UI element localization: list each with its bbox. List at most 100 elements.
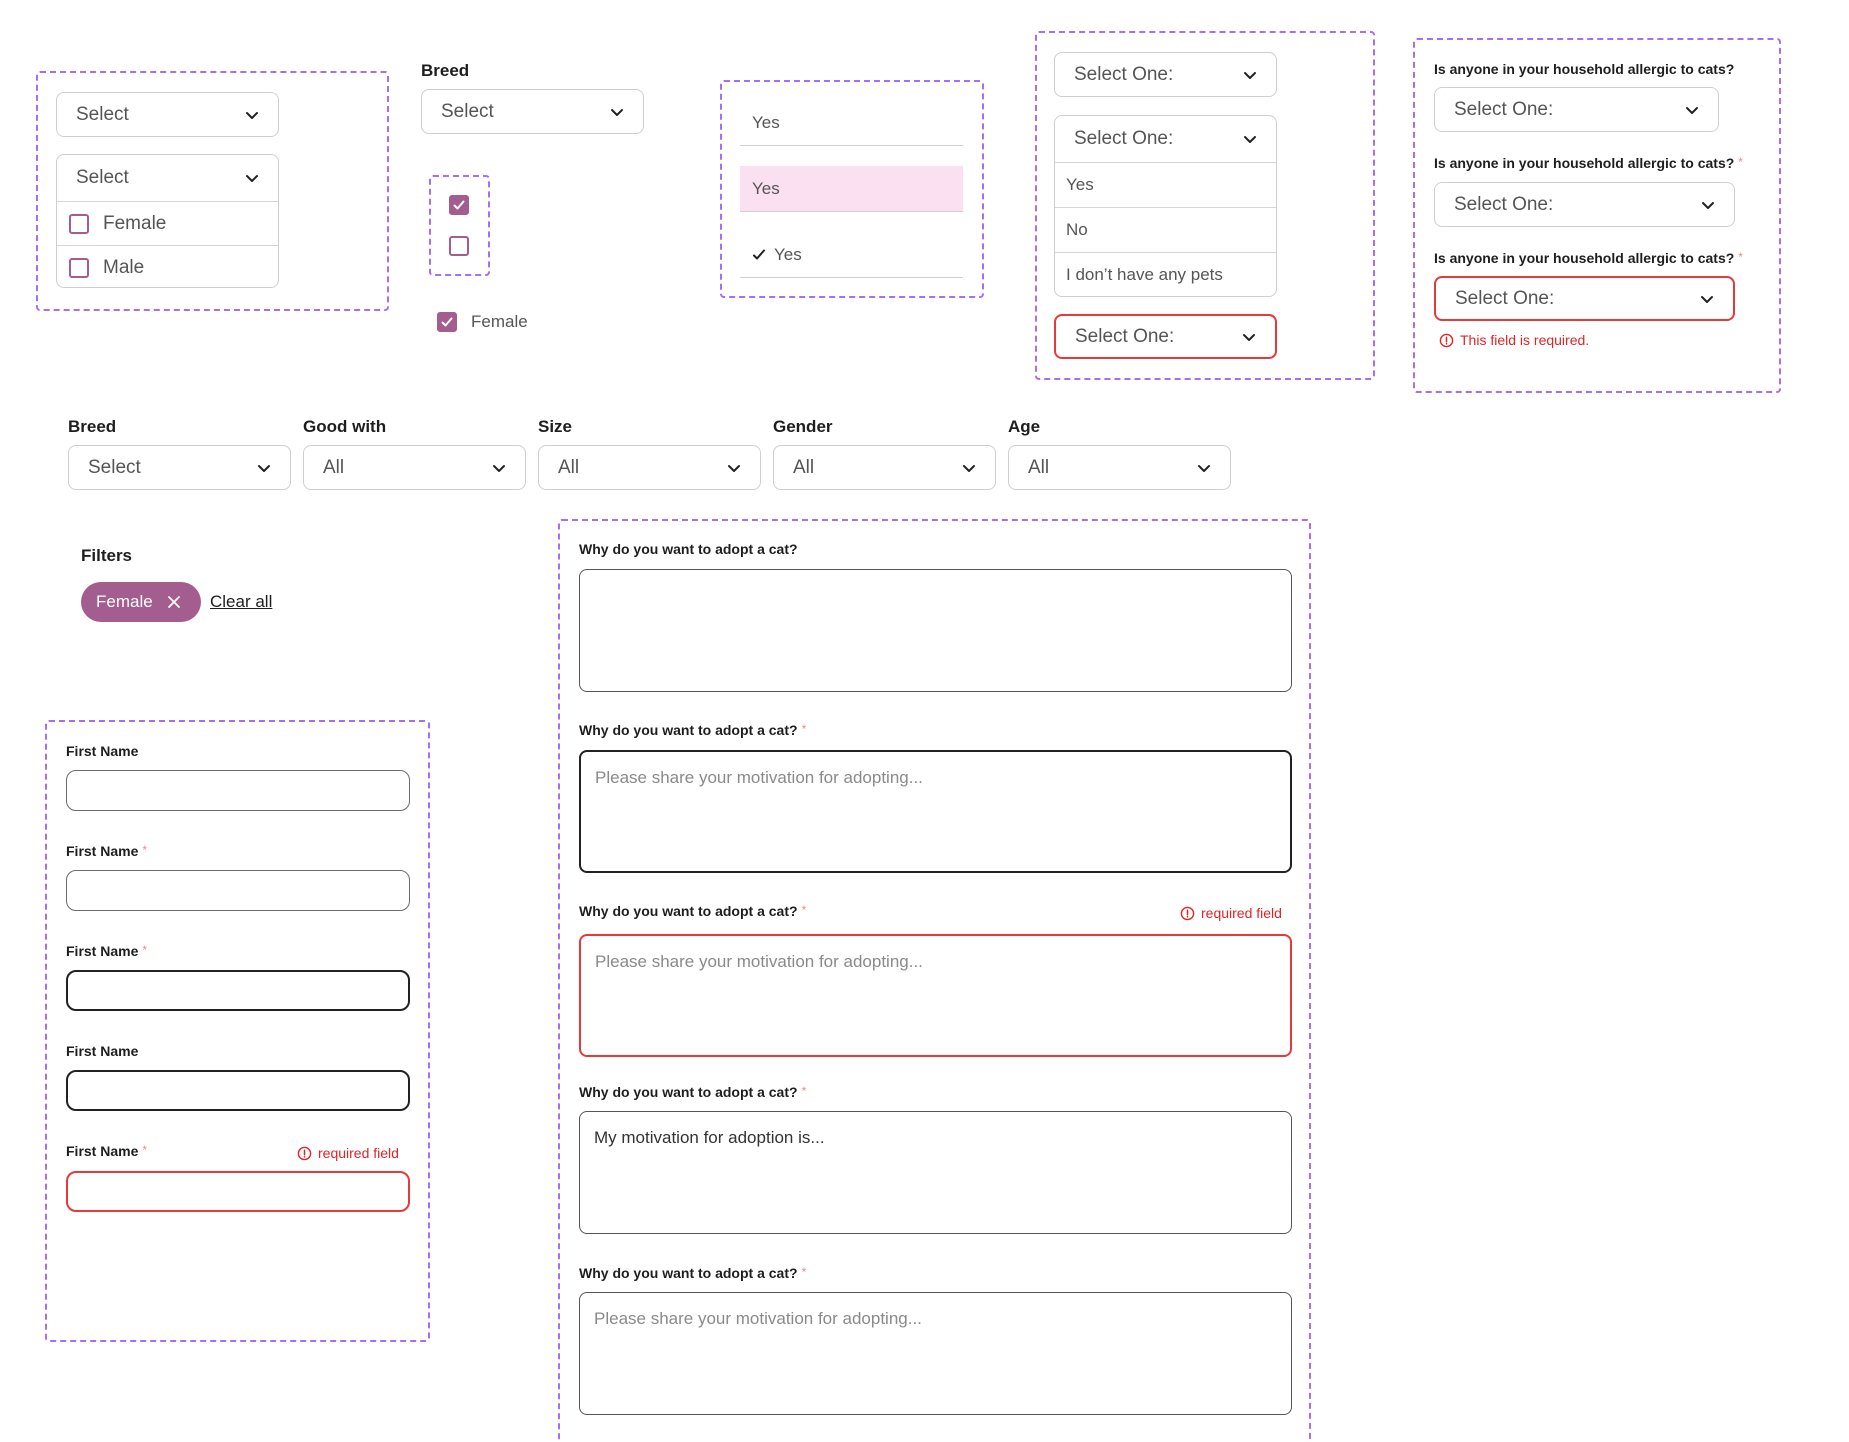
alert-circle-icon xyxy=(297,1146,312,1161)
select-one-open: Select One: Yes No I don’t have any pets xyxy=(1054,115,1277,297)
breed-label: Breed xyxy=(421,61,470,80)
filter-label-age: Age xyxy=(1008,417,1041,436)
option-default[interactable]: Yes xyxy=(740,100,963,146)
first-name-label: First Name xyxy=(66,743,139,759)
select-one-error[interactable]: Select One: xyxy=(1054,314,1277,359)
select-closed[interactable]: Select xyxy=(56,92,279,137)
option-male[interactable]: Male xyxy=(57,245,278,287)
check-icon xyxy=(453,200,465,210)
option-selected[interactable]: Yes xyxy=(740,232,963,278)
chevron-down-icon xyxy=(961,460,977,476)
chip-label: Female xyxy=(96,592,153,611)
select-value: Select One: xyxy=(1074,128,1174,149)
first-name-frame xyxy=(45,720,430,1342)
first-name-label-focused: First Name * xyxy=(66,943,148,959)
checkbox-checked[interactable] xyxy=(449,195,469,215)
chevron-down-icon xyxy=(244,170,260,186)
select-value: Select xyxy=(76,167,129,188)
chevron-down-icon xyxy=(1242,67,1258,83)
allergy-select-error[interactable]: Select One: xyxy=(1434,276,1735,321)
checkbox-checked[interactable] xyxy=(437,312,457,332)
textarea-placeholder: Please share your motivation for adoptin… xyxy=(595,768,923,787)
first-name-input-error[interactable] xyxy=(66,1171,410,1212)
select-value: All xyxy=(793,456,815,478)
first-name-input-focused[interactable] xyxy=(66,970,410,1011)
filter-select-breed[interactable]: Select xyxy=(68,445,291,490)
select-value: All xyxy=(1028,456,1050,478)
option-label: No xyxy=(1066,220,1088,239)
option-label: Yes xyxy=(752,112,780,132)
textarea-error[interactable]: Please share your motivation for adoptin… xyxy=(579,934,1292,1057)
chevron-down-icon xyxy=(609,104,625,120)
checkbox-states-frame xyxy=(429,175,490,276)
select-value: Select One: xyxy=(1075,325,1175,347)
textarea-default[interactable] xyxy=(579,569,1292,692)
allergy-select-required[interactable]: Select One: xyxy=(1434,182,1735,227)
select-value: Select One: xyxy=(1454,98,1554,120)
alert-circle-icon xyxy=(1180,906,1195,921)
chevron-up-icon xyxy=(1242,131,1258,147)
first-name-label-required: First Name * xyxy=(66,843,148,859)
option-label: I don’t have any pets xyxy=(1066,265,1223,284)
textarea-value: My motivation for adoption is... xyxy=(594,1128,825,1147)
textarea-question: Why do you want to adopt a cat? xyxy=(579,541,798,557)
checkbox-label: Female xyxy=(471,312,528,331)
filter-label-breed: Breed xyxy=(68,417,117,436)
filter-select-size[interactable]: All xyxy=(538,445,761,490)
filters-title: Filters xyxy=(81,546,133,565)
chevron-down-icon xyxy=(256,460,272,476)
filter-chip-female[interactable]: Female xyxy=(81,582,201,622)
textarea-question-filled: Why do you want to adopt a cat? * xyxy=(579,1084,807,1100)
textarea-placeholder: Please share your motivation for adoptin… xyxy=(594,1309,922,1328)
option-label: Male xyxy=(103,256,145,278)
allergy-question: Is anyone in your household allergic to … xyxy=(1434,61,1735,77)
filter-select-good-with[interactable]: All xyxy=(303,445,526,490)
chevron-down-icon xyxy=(1684,102,1700,118)
filter-label-size: Size xyxy=(538,417,573,436)
first-name-input-default[interactable] xyxy=(66,770,410,811)
filter-label-gender: Gender xyxy=(773,417,833,436)
select-open-header[interactable]: Select One: xyxy=(1055,116,1276,162)
option-yes[interactable]: Yes xyxy=(1055,162,1276,207)
first-name-input-active[interactable] xyxy=(66,1070,410,1111)
filter-select-gender[interactable]: All xyxy=(773,445,996,490)
option-hover[interactable]: Yes xyxy=(740,166,963,212)
first-name-label-active: First Name xyxy=(66,1043,139,1059)
option-female[interactable]: Female xyxy=(57,201,278,245)
multi-select-open: Select Female Male xyxy=(56,154,279,288)
select-value: Select One: xyxy=(1454,193,1554,215)
clear-all-link[interactable]: Clear all xyxy=(210,592,272,612)
select-value: Select One: xyxy=(1074,63,1174,85)
select-value: Select xyxy=(88,456,141,478)
option-label: Yes xyxy=(774,244,802,264)
first-name-input-required[interactable] xyxy=(66,870,410,911)
first-name-label-error: First Name * xyxy=(66,1143,148,1159)
select-value: Select xyxy=(76,103,129,125)
select-value: All xyxy=(558,456,580,478)
checkbox-female[interactable]: Female xyxy=(437,312,528,332)
option-no-pets[interactable]: I don’t have any pets xyxy=(1055,252,1276,296)
breed-select[interactable]: Select xyxy=(421,89,644,134)
checkbox-unchecked[interactable] xyxy=(449,236,469,256)
textarea-question-error: Why do you want to adopt a cat? * xyxy=(579,903,807,919)
textarea-placeholder: Please share your motivation for adoptin… xyxy=(595,952,923,971)
chevron-down-icon xyxy=(726,460,742,476)
textarea-focused[interactable]: Please share your motivation for adoptin… xyxy=(579,750,1292,873)
chevron-down-icon xyxy=(1241,329,1257,345)
checkbox[interactable] xyxy=(69,213,89,234)
select-one-closed[interactable]: Select One: xyxy=(1054,52,1277,97)
select-value: All xyxy=(323,456,345,478)
close-icon xyxy=(167,596,180,608)
select-open-header[interactable]: Select xyxy=(57,155,278,201)
allergy-question-required: Is anyone in your household allergic to … xyxy=(1434,155,1743,171)
filter-select-age[interactable]: All xyxy=(1008,445,1231,490)
textarea-filled[interactable]: My motivation for adoption is... xyxy=(579,1111,1292,1234)
check-icon xyxy=(753,249,765,259)
filter-label-good-with: Good with xyxy=(303,417,387,436)
textarea-required[interactable]: Please share your motivation for adoptin… xyxy=(579,1292,1292,1415)
textarea-question-required-2: Why do you want to adopt a cat? * xyxy=(579,1265,807,1281)
option-label: Yes xyxy=(1066,175,1094,194)
checkbox[interactable] xyxy=(69,257,89,278)
option-no[interactable]: No xyxy=(1055,207,1276,252)
allergy-select[interactable]: Select One: xyxy=(1434,87,1719,132)
